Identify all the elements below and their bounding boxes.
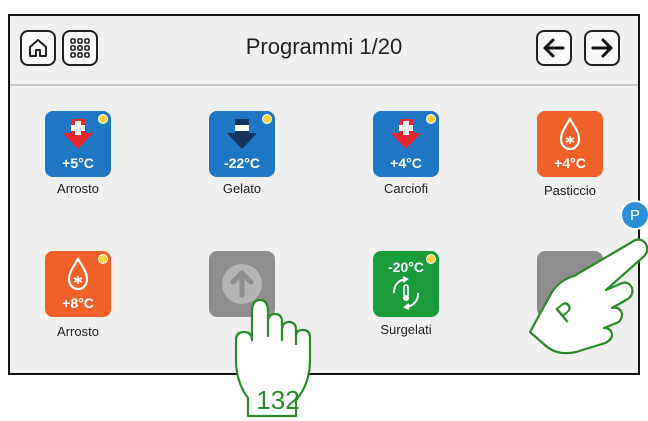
program-temperature: +4°C <box>554 155 586 171</box>
upload-arrow-icon <box>222 264 262 304</box>
program-tile-carciofi[interactable]: +4°C <box>373 111 439 177</box>
program-temperature: +8°C <box>62 295 94 311</box>
previous-page-button[interactable] <box>536 30 572 66</box>
arrow-right-icon <box>591 38 613 58</box>
program-tile-arrosto-2[interactable]: +8°C <box>45 251 111 317</box>
program-temperature: -22°C <box>224 155 260 171</box>
page-indicator-bubble: P <box>620 200 648 230</box>
arrow-left-icon <box>543 38 565 58</box>
program-tile-pasticcio[interactable]: +4°C <box>537 111 603 177</box>
program-label: Arrosto <box>57 181 99 196</box>
program-grid: +5°C Arrosto -22°C Gelato +4°C Carciofi <box>10 86 638 373</box>
next-page-button[interactable] <box>584 30 620 66</box>
program-temperature: +4°C <box>390 155 422 171</box>
droplet-icon <box>559 116 581 151</box>
program-temperature: +5°C <box>62 155 94 171</box>
program-tile-upload[interactable] <box>209 251 275 317</box>
program-label: Pasticcio <box>543 183 597 198</box>
program-tile-hidden[interactable] <box>537 251 603 317</box>
program-label: Surgelati <box>380 322 432 337</box>
status-dot <box>98 254 108 264</box>
program-tile-surgelati[interactable]: -20°C <box>373 251 439 317</box>
program-label: Arrosto <box>57 324 99 339</box>
program-tile-gelato[interactable]: -22°C <box>209 111 275 177</box>
device-screen: Programmi 1/20 +5°C Arrosto -22°C Gelato… <box>8 14 640 375</box>
program-label: Carciofi <box>383 181 429 196</box>
status-dot <box>98 114 108 124</box>
program-tile-arrosto-1[interactable]: +5°C <box>45 111 111 177</box>
program-label: Gelato <box>222 181 262 196</box>
header-bar: Programmi 1/20 <box>10 16 638 86</box>
status-dot <box>426 254 436 264</box>
status-dot <box>426 114 436 124</box>
status-dot <box>262 114 272 124</box>
step-count-label: 132 <box>256 385 300 415</box>
